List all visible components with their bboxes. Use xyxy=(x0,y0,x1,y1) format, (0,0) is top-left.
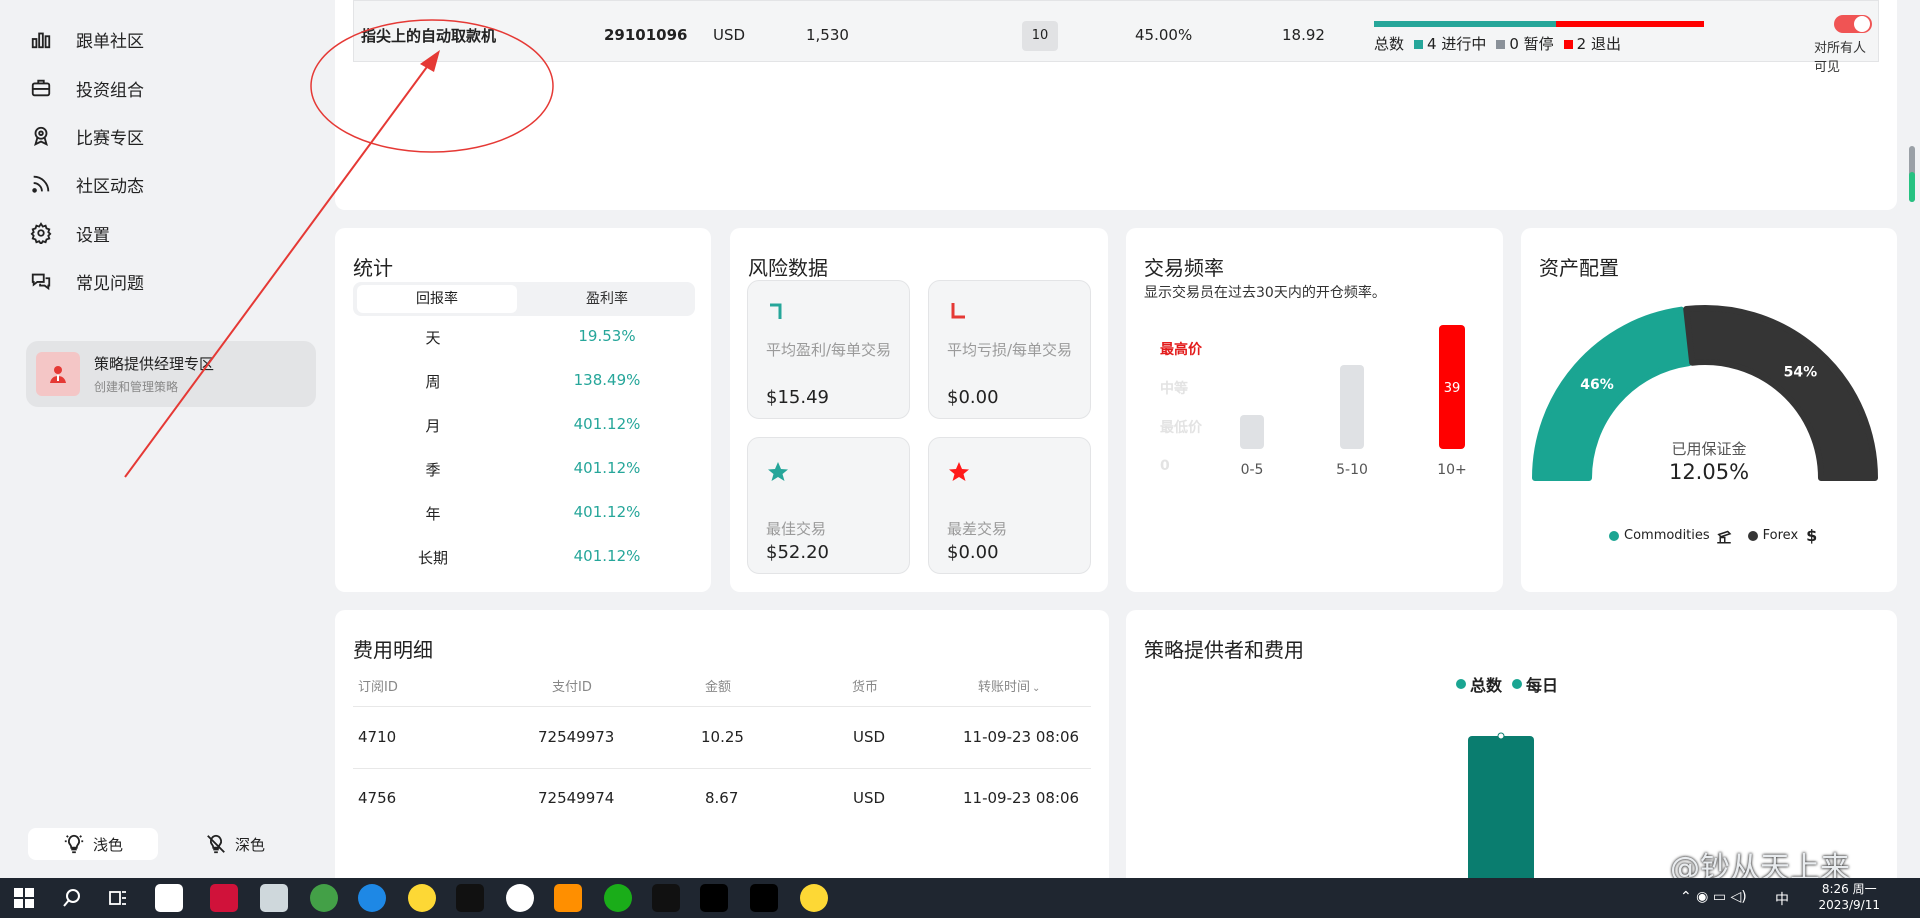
taskbar-app-icon[interactable] xyxy=(408,884,436,912)
taskbar-app-icon[interactable] xyxy=(358,884,386,912)
taskbar-app-icon[interactable] xyxy=(155,884,183,912)
taskbar-clock[interactable]: 8:26 周一 2023/9/11 xyxy=(1818,881,1880,913)
taskbar-app-icon[interactable] xyxy=(800,884,828,912)
autocad-icon[interactable] xyxy=(210,884,238,912)
scrollbar-indicator xyxy=(1909,172,1915,202)
ime-indicator[interactable]: 中 xyxy=(1775,889,1789,909)
taskbar-app-icon[interactable] xyxy=(310,884,338,912)
search-icon[interactable] xyxy=(62,888,82,908)
taskbar-app-icon[interactable] xyxy=(652,884,680,912)
xm-icon[interactable] xyxy=(700,884,728,912)
annotation-overlay xyxy=(124,19,554,478)
taskbar-app-icon[interactable] xyxy=(554,884,582,912)
annotation-circle xyxy=(310,19,554,153)
tray-icons[interactable]: ⌃ ◉ ▭ ◁) xyxy=(1680,889,1747,905)
windows-start-icon[interactable] xyxy=(14,888,34,908)
clock-time: 8:26 周一 xyxy=(1821,882,1877,896)
taskbar-app-icon[interactable] xyxy=(260,884,288,912)
clock-date: 2023/9/11 xyxy=(1818,898,1880,912)
annotation-arrow-line xyxy=(124,59,433,478)
task-view-icon[interactable] xyxy=(108,888,128,908)
annotation-arrowhead-icon xyxy=(420,50,440,72)
xm-icon[interactable] xyxy=(750,884,778,912)
wechat-icon[interactable] xyxy=(604,884,632,912)
chrome-icon[interactable] xyxy=(506,884,534,912)
windows-taskbar xyxy=(0,878,1920,918)
taskbar-app-icon[interactable] xyxy=(456,884,484,912)
